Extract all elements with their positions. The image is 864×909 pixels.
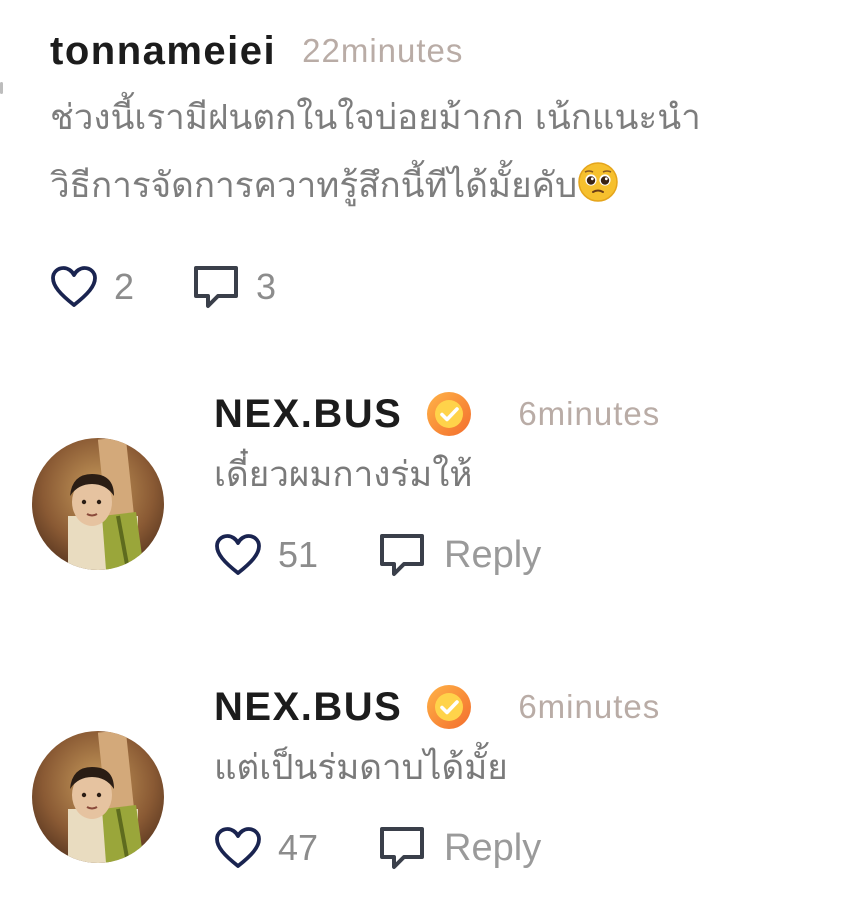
like-button[interactable]: 2 — [50, 265, 134, 309]
reply-username[interactable]: NEX.BUS — [214, 392, 402, 437]
verified-check-icon — [426, 391, 472, 437]
reply-actions: 51 Reply — [214, 530, 814, 580]
heart-outline-icon — [50, 265, 98, 309]
like-button[interactable]: 51 — [214, 533, 318, 577]
comment-item: tonnameiei 22minutes ช่วงนี้เรามีฝนตกในใ… — [50, 22, 850, 312]
reply-button[interactable]: Reply — [378, 532, 541, 578]
reply-content: NEX.BUS 6minutes แต่เป็นร่มดาบได้มั้ย 47… — [214, 679, 814, 873]
comment-timestamp: 22minutes — [302, 32, 464, 69]
reply-header: NEX.BUS 6minutes — [214, 386, 814, 442]
comment-username[interactable]: tonnameiei — [50, 29, 276, 74]
replies-button[interactable]: 3 — [192, 264, 276, 310]
scroll-edge-indicator — [0, 82, 3, 94]
reply-text: เดี๋ยวผมกางร่มให้ — [214, 455, 473, 495]
reply-timestamp: 6minutes — [518, 688, 661, 725]
reply-label: Reply — [444, 533, 542, 576]
reply-actions: 47 Reply — [214, 823, 814, 873]
reply-content: NEX.BUS 6minutes เดี๋ยวผมกางร่มให้ 51 Re… — [214, 386, 814, 580]
like-button[interactable]: 47 — [214, 826, 318, 870]
pleading-face-emoji-icon — [577, 161, 619, 203]
reply-label: Reply — [444, 826, 542, 869]
reply-item: NEX.BUS 6minutes แต่เป็นร่มดาบได้มั้ย 47… — [32, 679, 832, 879]
avatar[interactable] — [32, 438, 164, 570]
comment-header: tonnameiei 22minutes — [50, 22, 850, 80]
like-count: 51 — [278, 534, 319, 575]
heart-outline-icon — [214, 826, 262, 870]
like-count: 2 — [114, 266, 135, 307]
verified-check-icon — [426, 684, 472, 730]
comment-text-line: ช่วงนี้เรามีฝนตกในใจบ่อยม้ากก เน้กแนะนำ — [50, 98, 701, 138]
reply-button[interactable]: Reply — [378, 825, 541, 871]
reply-username[interactable]: NEX.BUS — [214, 685, 402, 730]
comment-text-line: วิธีการจัดการควาทรู้สึกนี้ทีได้มั้ยคับ — [50, 152, 850, 220]
avatar[interactable] — [32, 731, 164, 863]
comment-text-line-content: วิธีการจัดการควาทรู้สึกนี้ทีได้มั้ยคับ — [50, 166, 578, 206]
comment-actions: 2 3 — [50, 262, 850, 312]
reply-item: NEX.BUS 6minutes เดี๋ยวผมกางร่มให้ 51 Re… — [32, 386, 832, 586]
reply-timestamp: 6minutes — [518, 395, 661, 432]
reply-count: 3 — [256, 266, 277, 307]
heart-outline-icon — [214, 533, 262, 577]
speech-bubble-icon — [378, 532, 426, 578]
speech-bubble-icon — [378, 825, 426, 871]
speech-bubble-icon — [192, 264, 240, 310]
reply-text: แต่เป็นร่มดาบได้มั้ย — [214, 748, 508, 788]
like-count: 47 — [278, 827, 319, 868]
reply-header: NEX.BUS 6minutes — [214, 679, 814, 735]
comment-text: ช่วงนี้เรามีฝนตกในใจบ่อยม้ากก เน้กแนะนำ … — [50, 84, 850, 220]
